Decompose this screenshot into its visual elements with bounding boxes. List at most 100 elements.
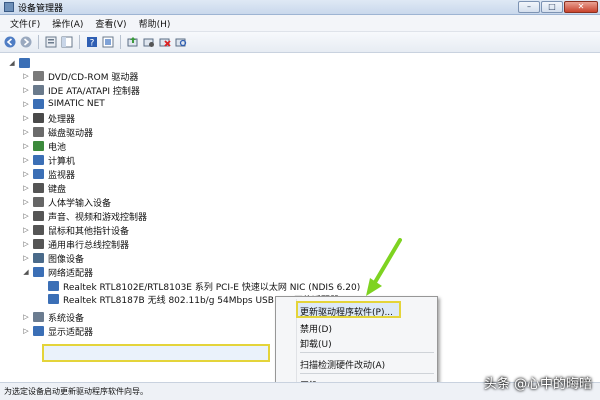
tree-item[interactable]: ▷ 处理器 [22,111,75,125]
tree-item-label: 磁盘驱动器 [48,128,94,139]
tree-item-label: 鼠标和其他指针设备 [48,226,130,237]
expand-icon[interactable]: ▷ [22,100,30,108]
tree-item[interactable]: ▷ 人体学输入设备 [22,195,111,209]
minimize-button[interactable]: – [518,1,540,13]
wireless-nic-icon [48,294,59,304]
tree-item-label: 图像设备 [48,254,85,265]
system-device-icon [33,312,44,322]
tree-item-label: IDE ATA/ATAPI 控制器 [48,86,140,97]
menu-file[interactable]: 文件(F) [4,17,46,30]
menu-view[interactable]: 查看(V) [89,17,132,30]
menu-item-scan[interactable]: 扫描检测硬件改动(A) [300,358,385,371]
tree-item[interactable]: ▷ 键盘 [22,181,66,195]
tree-item-label: 通用串行总线控制器 [48,240,130,251]
tree-item-label: 声音、视频和游戏控制器 [48,212,148,223]
monitor-icon [33,169,44,179]
expand-icon[interactable]: ▷ [22,142,30,150]
help-icon[interactable]: ? [85,35,99,49]
close-button[interactable]: ✕ [564,1,598,13]
toolbar-separator [79,35,80,49]
toolbar-separator [120,35,121,49]
back-icon[interactable] [3,35,17,49]
menu-action[interactable]: 操作(A) [46,17,89,30]
collapse-icon[interactable]: ◢ [22,268,30,276]
tree-item[interactable]: ▷ 图像设备 [22,251,84,265]
svg-text:?: ? [90,39,95,49]
tree-item[interactable]: ▷ DVD/CD-ROM 驱动器 [22,69,138,83]
tree-item-label: 系统设备 [48,313,85,324]
menu-item-disable[interactable]: 禁用(D) [300,322,332,335]
tree-item-label: 监视器 [48,170,76,181]
network-child-item[interactable]: Realtek RTL8102E/RTL8103E 系列 PCI-E 快速以太网… [48,279,360,293]
expand-icon[interactable]: ▷ [22,184,30,192]
maximize-button[interactable]: □ [541,1,563,13]
dvd-drive-icon [33,71,44,81]
tree-item[interactable]: ▷ 计算机 [22,153,75,167]
expand-icon[interactable]: ▷ [22,86,30,94]
tree-item[interactable]: ▷ 监视器 [22,167,75,181]
expand-icon[interactable]: ▷ [22,170,30,178]
watermark: 头条 @心中的晦暗 [483,377,592,392]
expand-icon[interactable]: ▷ [22,212,30,220]
annotation-arrow-icon [366,238,402,296]
tree-item[interactable]: ▷ SIMATIC NET [22,97,105,111]
computer-icon [33,155,44,165]
tree-item-network-adapters[interactable]: ◢ 网络适配器 [22,265,93,279]
mouse-icon [33,225,44,235]
tree-item-label: 网络适配器 [48,268,94,279]
toolbar-separator [38,35,39,49]
tree-item[interactable]: ▷ 系统设备 [22,310,84,324]
expand-icon[interactable]: ▷ [22,313,30,321]
tree-item-label: 电池 [48,142,67,153]
forward-icon[interactable] [19,35,33,49]
console-tree-icon[interactable] [60,35,74,49]
tree-item[interactable]: ▷ 显示适配器 [22,324,93,338]
expand-icon[interactable]: ▷ [22,114,30,122]
tree-root[interactable]: ◢ [8,56,34,70]
update-driver-icon[interactable] [126,35,140,49]
device-manager-icon [4,2,14,12]
menu-separator [300,352,434,353]
tree-item[interactable]: ▷ 声音、视频和游戏控制器 [22,209,147,223]
selected-device-highlight [42,344,270,362]
nic-icon [48,281,59,291]
tree-item[interactable]: ▷ 通用串行总线控制器 [22,237,129,251]
menu-item-uninstall[interactable]: 卸载(U) [300,337,332,350]
expand-icon[interactable]: ▷ [22,156,30,164]
processor-icon [33,113,44,123]
display-adapter-icon [33,326,44,336]
expand-icon[interactable]: ▷ [22,128,30,136]
sound-icon [33,211,44,221]
tree-item[interactable]: ▷ IDE ATA/ATAPI 控制器 [22,83,140,97]
properties-icon[interactable] [44,35,58,49]
tree-item-label: 显示适配器 [48,327,94,338]
context-menu: 更新驱动程序软件(P)... 禁用(D) 卸载(U) 扫描检测硬件改动(A) 属… [275,296,438,394]
menu-item-update-driver[interactable]: 更新驱动程序软件(P)... [300,305,393,318]
expand-icon[interactable]: ▷ [22,226,30,234]
tree-item[interactable]: ▷ 鼠标和其他指针设备 [22,223,129,237]
menu-help[interactable]: 帮助(H) [133,17,177,30]
title-bar: 设备管理器 – □ ✕ [0,0,600,15]
tree-item-label: 处理器 [48,114,76,125]
battery-icon [33,141,44,151]
tree-item-label: DVD/CD-ROM 驱动器 [48,72,139,83]
collapse-icon[interactable]: ◢ [8,59,16,67]
expand-icon[interactable]: ▷ [22,72,30,80]
camera-icon [33,253,44,263]
tree-item[interactable]: ▷ 磁盘驱动器 [22,125,93,139]
toolbar: ? [0,32,600,53]
expand-icon[interactable]: ▷ [22,240,30,248]
tree-item-label: 人体学输入设备 [48,198,112,209]
uninstall-icon[interactable] [158,35,172,49]
scan-icon[interactable] [174,35,188,49]
window-controls: – □ ✕ [518,1,598,13]
view-icon[interactable] [101,35,115,49]
ide-controller-icon [33,85,44,95]
network-adapter-icon [33,267,44,277]
expand-icon[interactable]: ▷ [22,254,30,262]
disable-device-icon[interactable] [142,35,156,49]
tree-item[interactable]: ▷ 电池 [22,139,66,153]
menu-bar: 文件(F) 操作(A) 查看(V) 帮助(H) [0,15,600,32]
expand-icon[interactable]: ▷ [22,198,30,206]
expand-icon[interactable]: ▷ [22,327,30,335]
